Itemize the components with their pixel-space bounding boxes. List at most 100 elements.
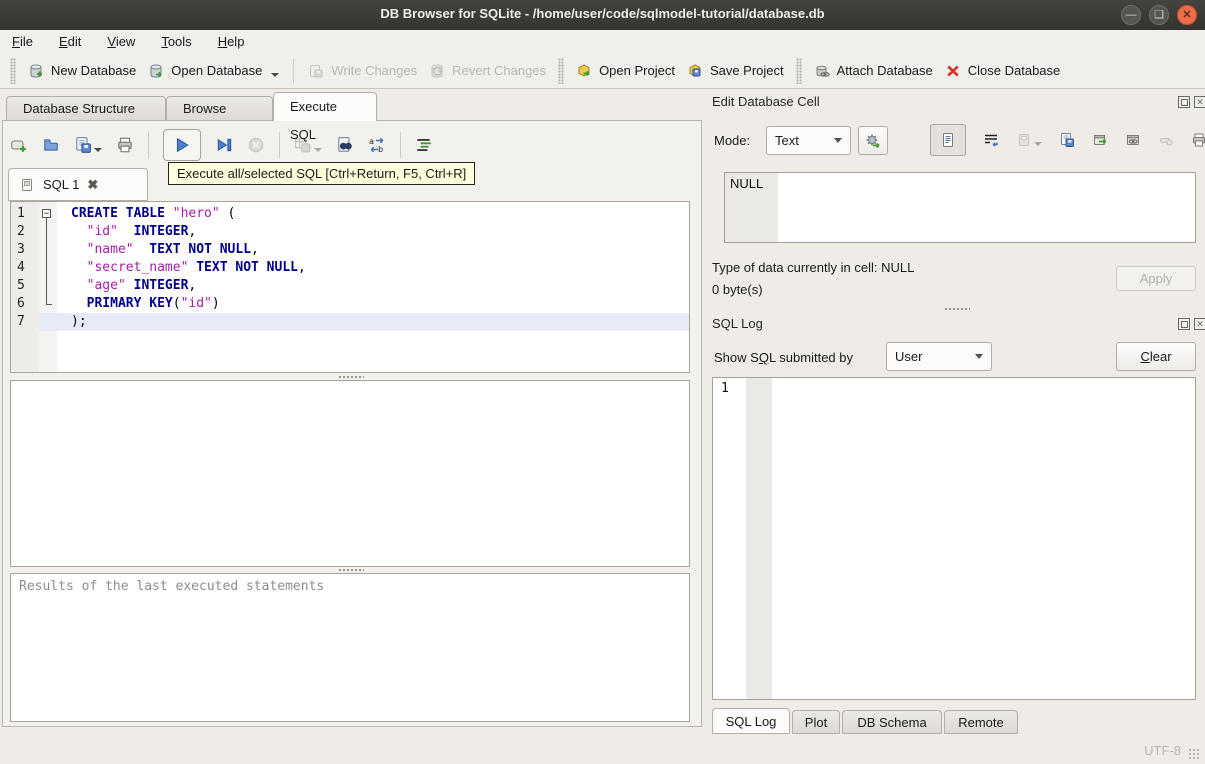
code-line[interactable]: 2 "id" INTEGER, xyxy=(11,223,689,241)
log-filter-label: Show SQL submitted by xyxy=(714,350,853,365)
fold-marker xyxy=(39,241,57,259)
code-line[interactable]: 3 "name" TEXT NOT NULL, xyxy=(11,241,689,259)
print-sql-icon[interactable] xyxy=(116,136,134,154)
menu-tools[interactable]: Tools xyxy=(161,34,191,49)
database-new-icon xyxy=(30,64,42,78)
sql-toolbar-separator xyxy=(148,132,149,158)
sql-editor[interactable]: 1CREATE TABLE "hero" (2 "id" INTEGER,3 "… xyxy=(10,201,690,373)
menu-edit[interactable]: Edit xyxy=(59,34,81,49)
toolbar-drag-handle[interactable] xyxy=(795,57,802,84)
format-sql-icon[interactable] xyxy=(415,136,433,154)
link-icon[interactable] xyxy=(1125,132,1141,148)
auto-switch-mode-button[interactable] xyxy=(858,126,888,155)
open-sql-file-icon[interactable] xyxy=(42,136,60,154)
fold-collapse-icon[interactable] xyxy=(39,205,57,223)
fold-marker xyxy=(39,277,57,295)
close-icon[interactable]: ✕ xyxy=(1177,5,1197,25)
resize-grip[interactable] xyxy=(1188,748,1200,760)
tab-execute-sql[interactable]: Execute SQL xyxy=(273,92,377,142)
text-mode-toggle[interactable] xyxy=(930,124,966,156)
code-text: "id" INTEGER, xyxy=(86,224,197,239)
open-database-button[interactable]: Open Database xyxy=(142,59,285,83)
maximize-icon[interactable]: ❑ xyxy=(1149,5,1169,25)
open-database-dropdown-icon[interactable] xyxy=(271,72,280,77)
tab-db-schema[interactable]: DB Schema xyxy=(842,710,942,734)
menu-help[interactable]: Help xyxy=(218,34,245,49)
cell-type-text: Type of data currently in cell: NULL xyxy=(712,260,915,275)
open-project-button[interactable]: Open Project xyxy=(570,59,681,83)
execute-sql-button[interactable] xyxy=(163,129,201,161)
save-project-button[interactable]: Save Project xyxy=(681,59,790,83)
open-external-icon[interactable] xyxy=(1092,132,1108,148)
edit-cell-header: Edit Database Cell xyxy=(712,94,820,109)
revert-changes-button: Revert Changes xyxy=(423,59,552,83)
tab-remote[interactable]: Remote xyxy=(944,710,1018,734)
save-sql-file-button[interactable] xyxy=(74,136,102,154)
sql-toolbar: ab xyxy=(10,127,433,163)
clear-log-button[interactable]: Clear xyxy=(1116,342,1196,371)
gear-icon xyxy=(866,134,880,148)
save-sql-dropdown-icon[interactable] xyxy=(94,148,102,152)
fold-marker xyxy=(39,295,57,313)
cell-value-editor[interactable]: NULL xyxy=(724,172,1196,243)
revert-changes-label: Revert Changes xyxy=(452,63,547,78)
toolbar-drag-handle[interactable] xyxy=(558,57,565,84)
fold-marker xyxy=(39,313,57,331)
log-filter-combobox[interactable]: User xyxy=(886,342,992,371)
tab-browse-data[interactable]: Browse Data xyxy=(166,96,273,140)
line-number: 6 xyxy=(17,296,25,311)
word-wrap-icon[interactable] xyxy=(983,132,999,148)
apply-button: Apply xyxy=(1116,266,1196,291)
svg-text:b: b xyxy=(378,145,383,154)
print-cell-icon[interactable] xyxy=(1191,132,1205,148)
close-database-icon xyxy=(947,65,959,76)
splitter-handle[interactable] xyxy=(338,375,364,379)
close-panel-icon[interactable]: ✕ xyxy=(1194,96,1205,108)
sql1-tab[interactable]: SQL 1 ✖ xyxy=(8,168,148,201)
float-panel-icon[interactable] xyxy=(1178,318,1190,330)
code-line[interactable]: 5 "age" INTEGER, xyxy=(11,277,689,295)
line-number: 3 xyxy=(17,242,25,257)
tab-database-structure[interactable]: Database Structure xyxy=(6,96,166,121)
code-line[interactable]: 1 CREATE TABLE "hero" ( xyxy=(11,205,689,223)
set-null-icon xyxy=(1160,138,1173,146)
tab-sql-log[interactable]: SQL Log xyxy=(712,708,790,734)
new-sql-tab-icon[interactable] xyxy=(10,136,28,154)
code-line[interactable]: 4 "secret_name" TEXT NOT NULL, xyxy=(11,259,689,277)
code-text: "age" INTEGER, xyxy=(86,278,197,293)
attach-database-button[interactable]: Attach Database xyxy=(808,59,939,83)
fold-marker xyxy=(39,223,57,241)
toolbar-drag-handle[interactable] xyxy=(10,57,16,84)
minimize-icon[interactable]: — xyxy=(1121,5,1141,25)
splitter-handle[interactable] xyxy=(338,568,364,572)
fold-marker xyxy=(39,259,57,277)
toolbar-separator xyxy=(293,58,295,83)
find-replace-icon[interactable]: ab xyxy=(368,136,386,154)
results-grid-pane[interactable] xyxy=(10,380,690,567)
menu-file[interactable]: File xyxy=(12,34,33,49)
close-database-button[interactable]: Close Database xyxy=(939,59,1067,83)
title-bar[interactable]: DB Browser for SQLite - /home/user/code/… xyxy=(0,0,1205,31)
sql-log-dock-buttons: ✕ xyxy=(1178,318,1205,330)
float-panel-icon[interactable] xyxy=(1178,96,1190,108)
mode-combobox[interactable]: Text xyxy=(766,126,851,155)
text-document-icon xyxy=(943,133,953,147)
sql-toolbar-separator xyxy=(279,132,280,158)
write-changes-icon xyxy=(310,64,323,77)
find-icon[interactable] xyxy=(336,136,354,154)
execute-current-line-icon[interactable] xyxy=(215,136,233,154)
tab-plot[interactable]: Plot xyxy=(792,710,840,734)
edit-cell-dock-buttons: ✕ xyxy=(1178,96,1205,108)
sql-log-view[interactable]: 1 xyxy=(712,377,1196,700)
sql1-tab-label: SQL 1 xyxy=(43,177,80,192)
revert-changes-icon xyxy=(431,64,443,78)
code-line[interactable]: 7); xyxy=(11,313,689,331)
new-database-button[interactable]: New Database xyxy=(22,59,142,83)
menu-view[interactable]: View xyxy=(107,34,135,49)
splitter-handle[interactable] xyxy=(944,307,970,311)
code-line[interactable]: 6 PRIMARY KEY("id") xyxy=(11,295,689,313)
export-cell-data-icon[interactable] xyxy=(1059,132,1075,148)
cell-editor-toolbar xyxy=(930,124,1205,156)
close-panel-icon[interactable]: ✕ xyxy=(1194,318,1205,330)
close-tab-icon[interactable]: ✖ xyxy=(87,177,98,193)
